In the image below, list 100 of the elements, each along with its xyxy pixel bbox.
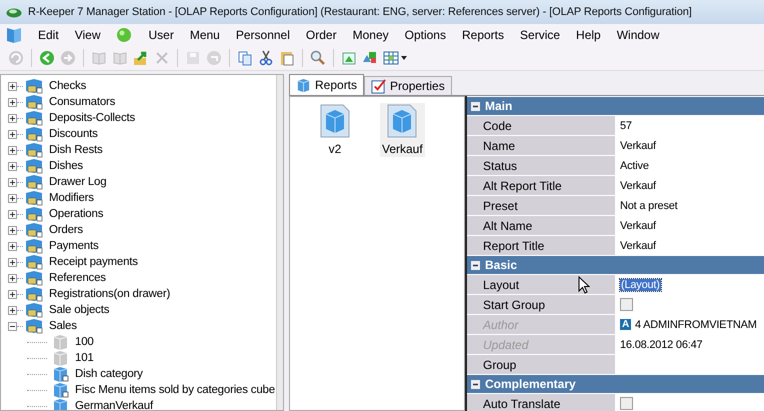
cube-document-icon (387, 104, 418, 138)
property-name: Name (467, 136, 615, 155)
expander-icon[interactable] (8, 194, 17, 202)
tree-item[interactable]: Dish Rests (48, 144, 104, 156)
scrollbar[interactable] (276, 75, 283, 410)
tree-item[interactable]: Payments (48, 240, 100, 252)
shapes-icon[interactable] (362, 50, 378, 66)
property-name: Code (467, 116, 615, 135)
property-value[interactable]: Verkauf (620, 180, 656, 192)
expander-icon[interactable] (8, 146, 17, 154)
search-icon[interactable] (310, 50, 326, 66)
tree-item[interactable]: Modifiers (48, 192, 95, 204)
tree-item[interactable]: Drawer Log (48, 176, 108, 188)
property-name: Preset (467, 196, 615, 215)
back-icon[interactable] (39, 50, 55, 66)
menu-item[interactable]: Options (404, 28, 446, 42)
property-name: Updated (467, 335, 615, 354)
export-icon[interactable] (133, 50, 149, 66)
copy-icon[interactable] (237, 50, 253, 66)
property-name: Alt Name (467, 216, 615, 235)
expander-icon[interactable] (8, 82, 17, 90)
menu-item[interactable]: Personnel (236, 28, 290, 42)
report-item[interactable]: v2 (318, 103, 352, 157)
expander-icon[interactable] (8, 242, 17, 250)
expander-icon[interactable] (8, 274, 17, 282)
section-title: Main (485, 99, 512, 113)
tree-item[interactable]: Operations (48, 208, 104, 220)
tree-item[interactable]: 100 (74, 336, 95, 348)
grid-icon[interactable] (383, 50, 399, 66)
tree-item[interactable]: Sales (48, 320, 78, 332)
property-value[interactable]: Active (620, 160, 649, 172)
menu-item[interactable]: Money (352, 28, 389, 42)
expander-icon[interactable] (8, 130, 17, 138)
menu-item[interactable]: Edit (38, 28, 59, 42)
menu-item[interactable]: Help (576, 28, 601, 42)
collapse-icon[interactable] (471, 102, 480, 110)
section-header[interactable]: Complementary (467, 374, 764, 393)
expander-icon[interactable] (8, 290, 17, 298)
menu-item[interactable]: Window (616, 28, 660, 42)
tree-item[interactable]: GermanVerkauf (74, 400, 154, 410)
tree-item[interactable]: Orders (48, 224, 84, 236)
section-header[interactable]: Main (467, 96, 764, 115)
tree-item[interactable]: Receipt payments (48, 256, 139, 268)
tree-item[interactable]: Dish category (74, 368, 144, 380)
tree-item[interactable]: References (48, 272, 107, 284)
paste-icon[interactable] (279, 50, 295, 66)
picture-icon[interactable] (341, 50, 357, 66)
property-name: Alt Report Title (467, 176, 615, 195)
cube-folder-icon (25, 270, 43, 286)
collapse-icon[interactable] (471, 260, 480, 270)
property-value[interactable]: Verkauf (620, 220, 656, 232)
expander-icon[interactable] (8, 162, 17, 170)
tree-item[interactable]: Sale objects (48, 304, 110, 316)
expander-icon[interactable] (8, 210, 17, 218)
tab[interactable]: Properties (364, 76, 452, 95)
tree-item[interactable]: Registrations(on drawer) (48, 288, 172, 300)
property-value[interactable]: Not a preset (620, 200, 678, 212)
caret-icon[interactable] (401, 56, 407, 60)
expander-icon[interactable] (8, 98, 17, 106)
tree-item[interactable]: Deposits-Collects (48, 112, 136, 124)
expander-icon[interactable] (8, 114, 17, 122)
menu-item[interactable]: Order (306, 28, 337, 42)
expander-icon[interactable] (8, 306, 17, 314)
checkbox[interactable] (620, 298, 633, 311)
tree-item[interactable]: Consumators (48, 96, 116, 108)
expander-icon[interactable] (8, 178, 17, 186)
property-value[interactable]: Verkauf (620, 240, 656, 252)
cube-folder-icon (25, 302, 43, 318)
menu-item[interactable]: View (74, 28, 100, 42)
cut-icon[interactable] (258, 50, 274, 66)
section-title: Complementary (485, 377, 576, 391)
property-name: Start Group (467, 295, 615, 314)
tree-item[interactable]: Fisc Menu items sold by categories cube (74, 384, 276, 396)
menu-item[interactable]: User (148, 28, 174, 42)
menu-item[interactable]: Menu (190, 28, 220, 42)
checkbox[interactable] (620, 397, 633, 410)
tree-item[interactable]: Dishes (48, 160, 84, 172)
expander-icon[interactable] (8, 322, 17, 330)
menu-item[interactable]: Service (520, 28, 560, 42)
property-name: Author (467, 315, 615, 334)
collapse-icon[interactable] (471, 380, 480, 388)
expander-icon[interactable] (8, 258, 17, 266)
tree-item[interactable]: 101 (74, 352, 95, 364)
cube-folder-icon (25, 206, 43, 222)
user-badge: A (620, 319, 631, 330)
property-value[interactable]: Verkauf (620, 140, 656, 152)
cube-folder-icon (25, 126, 43, 142)
expander-icon[interactable] (8, 226, 17, 234)
section-title: Basic (485, 258, 518, 272)
cube-folder-icon (25, 238, 43, 254)
property-value[interactable]: 57 (620, 120, 632, 132)
property-name: Group (467, 355, 615, 374)
tab[interactable]: Reports (289, 74, 364, 95)
property-value[interactable]: (Layout) (620, 278, 661, 290)
report-item[interactable]: Verkauf (380, 103, 425, 157)
menu-item[interactable]: Reports (462, 28, 504, 42)
book-icon[interactable] (6, 26, 22, 44)
tree-item[interactable]: Checks (48, 80, 88, 92)
section-header[interactable]: Basic (467, 255, 764, 274)
tree-item[interactable]: Discounts (48, 128, 99, 140)
